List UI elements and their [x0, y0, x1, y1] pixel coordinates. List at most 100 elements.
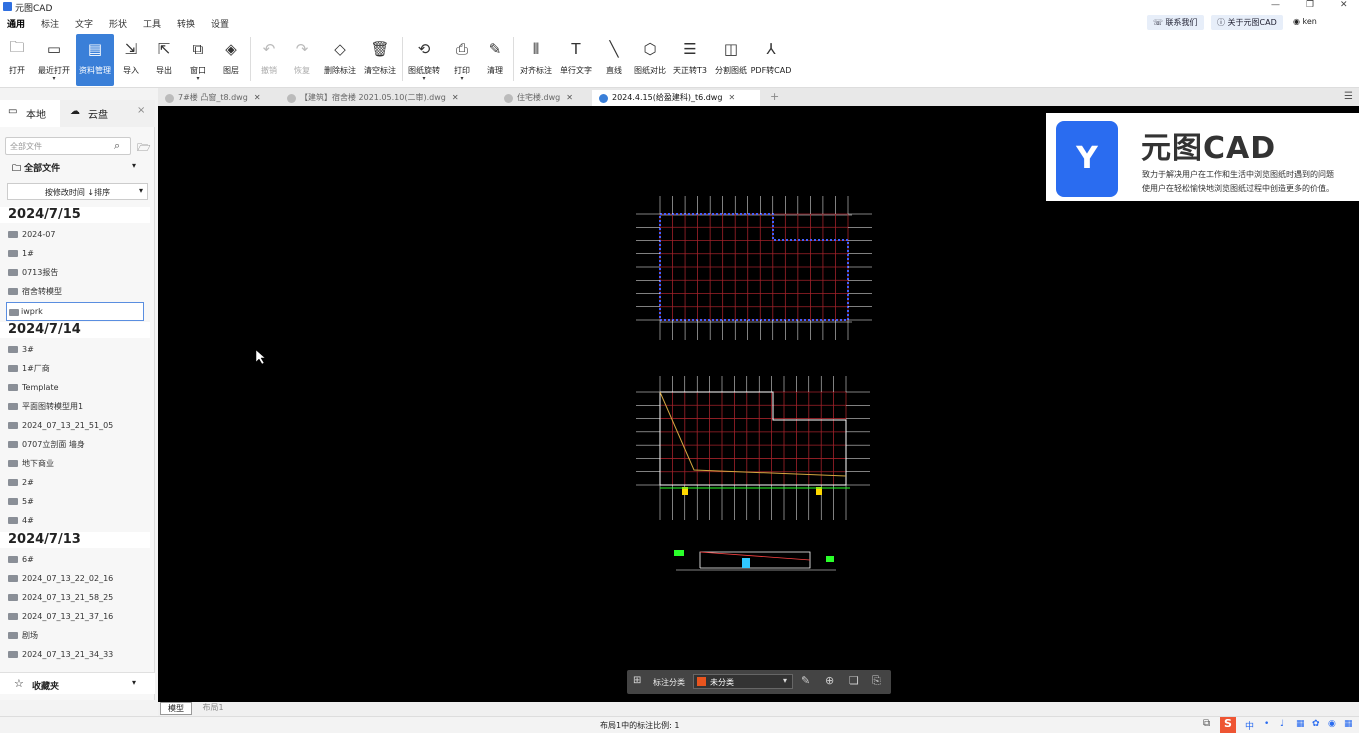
list-item[interactable]: 2024_07_13_21_58_25: [0, 588, 146, 607]
list-item[interactable]: 0707立剖面 墙身: [0, 435, 146, 454]
close-panel-icon[interactable]: ×: [137, 105, 145, 116]
list-item[interactable]: 2024_07_13_22_02_16: [0, 569, 146, 588]
new-tab-button[interactable]: +: [770, 90, 779, 103]
tab-document[interactable]: 住宅楼.dwg ✕: [497, 90, 590, 106]
folder-icon: [8, 422, 18, 429]
close-icon[interactable]: ✕: [452, 93, 459, 102]
tab-document[interactable]: 【建筑】宿舍楼 2021.05.10(二审).dwg ✕: [280, 90, 495, 106]
folder-open-icon[interactable]: 🗁: [137, 139, 151, 158]
promo-banner[interactable]: Y 元图CAD 致力于解决用户在工作和生活中浏览图纸时遇到的问题 使用户在轻松愉…: [1046, 113, 1359, 201]
list-item[interactable]: 6#: [0, 550, 146, 569]
search-input[interactable]: 全部文件 ⌕: [5, 137, 131, 155]
tab-menu-icon[interactable]: ☰: [1344, 91, 1353, 102]
sort-select[interactable]: 按修改时间 ↓排序 ▾: [7, 183, 148, 200]
folder-icon: [8, 288, 18, 295]
list-item[interactable]: 宿舍转模型: [0, 282, 146, 301]
menu-settings[interactable]: 设置: [211, 17, 229, 30]
pdf-to-cad-button[interactable]: ⅄ PDF转CAD: [751, 34, 792, 85]
menu-annotate[interactable]: 标注: [41, 17, 59, 30]
delete-annotation-button[interactable]: ◇ 删除标注: [320, 34, 360, 85]
close-icon[interactable]: ✕: [566, 93, 573, 102]
list-item[interactable]: 剧场: [0, 626, 146, 645]
tangent-to-t3-button[interactable]: ☰ 天正转T3: [671, 34, 709, 85]
list-item[interactable]: 2024-07: [0, 225, 146, 244]
ime-chinese-icon[interactable]: 中: [1245, 719, 1254, 732]
list-item[interactable]: 2024_07_13_21_37_16: [0, 607, 146, 626]
tab-local[interactable]: ▭ 本地: [0, 100, 60, 127]
user-account[interactable]: ◉ ken: [1293, 17, 1317, 26]
about-button[interactable]: ⓘ 关于元图CAD: [1211, 15, 1283, 30]
punctuation-icon[interactable]: •: [1264, 719, 1269, 729]
align-annotation-button[interactable]: ⫴ 对齐标注: [517, 34, 555, 85]
open-button[interactable]: 🗀 打开: [4, 34, 30, 85]
keyboard-icon[interactable]: ▦: [1296, 719, 1305, 729]
tab-layout1[interactable]: 布局1: [196, 702, 230, 715]
close-icon[interactable]: ✕: [254, 93, 261, 102]
split-drawing-button[interactable]: ◫ 分割图纸: [712, 34, 750, 85]
list-item[interactable]: 2#: [0, 473, 146, 492]
list-item[interactable]: 0713报告: [0, 263, 146, 282]
grid-icon[interactable]: ⊞: [633, 675, 641, 686]
export-button[interactable]: ⇱ 导出: [151, 34, 177, 85]
menu-shape[interactable]: 形状: [109, 17, 127, 30]
list-item[interactable]: 5#: [0, 492, 146, 511]
list-item[interactable]: 1#厂商: [0, 359, 146, 378]
resource-manage-button[interactable]: ▤ 资料管理: [76, 34, 114, 86]
compare-drawing-button[interactable]: ⬡ 图纸对比: [631, 34, 669, 85]
search-icon[interactable]: ⌕: [114, 139, 120, 153]
tab-document[interactable]: 7#楼 凸窗_t8.dwg ✕: [158, 90, 278, 106]
line-button[interactable]: ╲ 直线: [601, 34, 627, 85]
clear-annotation-button[interactable]: 🗑 清空标注: [361, 34, 399, 85]
menu-text[interactable]: 文字: [75, 17, 93, 30]
layers-button[interactable]: ◈ 图层: [218, 34, 244, 85]
paste-icon[interactable]: ⎘: [872, 674, 881, 688]
list-item[interactable]: 1#: [0, 244, 146, 263]
restore-button[interactable]: ❐: [1306, 0, 1314, 10]
menu-tools[interactable]: 工具: [143, 17, 161, 30]
list-item[interactable]: 2024_07_13_21_51_05: [0, 416, 146, 435]
tab-model[interactable]: 模型: [160, 702, 192, 715]
locate-icon[interactable]: ⊕: [825, 674, 834, 687]
menu-grid-icon[interactable]: ▦: [1344, 719, 1353, 729]
list-item[interactable]: 地下商业: [0, 454, 146, 473]
ime-logo-icon[interactable]: S: [1220, 717, 1236, 733]
list-item[interactable]: 2024_07_13_21_34_33: [0, 645, 146, 664]
chevron-down-icon[interactable]: ▾: [132, 161, 136, 170]
tab-document-active[interactable]: 2024.4.15(给盈建科)_t6.dwg ✕: [592, 90, 760, 106]
import-button[interactable]: ⇲ 导入: [118, 34, 144, 85]
print-button[interactable]: ⎙ 打印 ▾: [449, 34, 475, 85]
close-button[interactable]: ✕: [1340, 0, 1348, 10]
list-item-rename-input[interactable]: iwprk: [6, 302, 144, 321]
list-item[interactable]: 4#: [0, 511, 146, 530]
gamepad-icon[interactable]: ◉: [1328, 719, 1336, 729]
menu-convert[interactable]: 转换: [177, 17, 195, 30]
folder-icon: [8, 613, 18, 620]
annotation-category-select[interactable]: 未分类 ▾: [693, 674, 793, 689]
rotate-drawing-button[interactable]: ⟲ 图纸旋转 ▾: [405, 34, 443, 85]
favorites-section[interactable]: ☆ 收藏夹 ▾: [0, 672, 155, 694]
single-line-text-button[interactable]: T 单行文字: [557, 34, 595, 85]
microphone-icon[interactable]: ♩: [1280, 719, 1284, 729]
list-item[interactable]: Template: [0, 378, 146, 397]
redo-button[interactable]: ↷ 恢复: [289, 34, 315, 85]
undo-button[interactable]: ↶ 撤销: [256, 34, 282, 85]
contact-us-button[interactable]: ☏ 联系我们: [1147, 15, 1204, 30]
copy-icon[interactable]: ❏: [849, 674, 859, 687]
minimize-button[interactable]: —: [1271, 0, 1280, 10]
close-icon[interactable]: ✕: [728, 93, 735, 102]
all-files-dropdown[interactable]: 🗀 全部文件: [12, 161, 60, 177]
tab-cloud[interactable]: ☁ 云盘: [66, 100, 126, 127]
layers-icon: ◈: [225, 40, 237, 58]
list-item[interactable]: 平面图转模型用1: [0, 397, 146, 416]
edit-icon[interactable]: ✎: [801, 674, 810, 687]
brush-icon: ✎: [488, 40, 502, 58]
compare-icon: ⬡: [643, 40, 657, 58]
clean-button[interactable]: ✎ 清理: [482, 34, 508, 85]
recent-open-button[interactable]: ▭ 最近打开 ▾: [34, 34, 74, 85]
list-item[interactable]: 3#: [0, 340, 146, 359]
window-button[interactable]: ⧉ 窗口 ▾: [185, 34, 211, 85]
skin-icon[interactable]: ✿: [1312, 719, 1320, 729]
folder-icon: [9, 309, 19, 316]
star-icon: ☆: [14, 677, 24, 690]
window-toggle-icon[interactable]: ⧉: [1203, 718, 1210, 729]
